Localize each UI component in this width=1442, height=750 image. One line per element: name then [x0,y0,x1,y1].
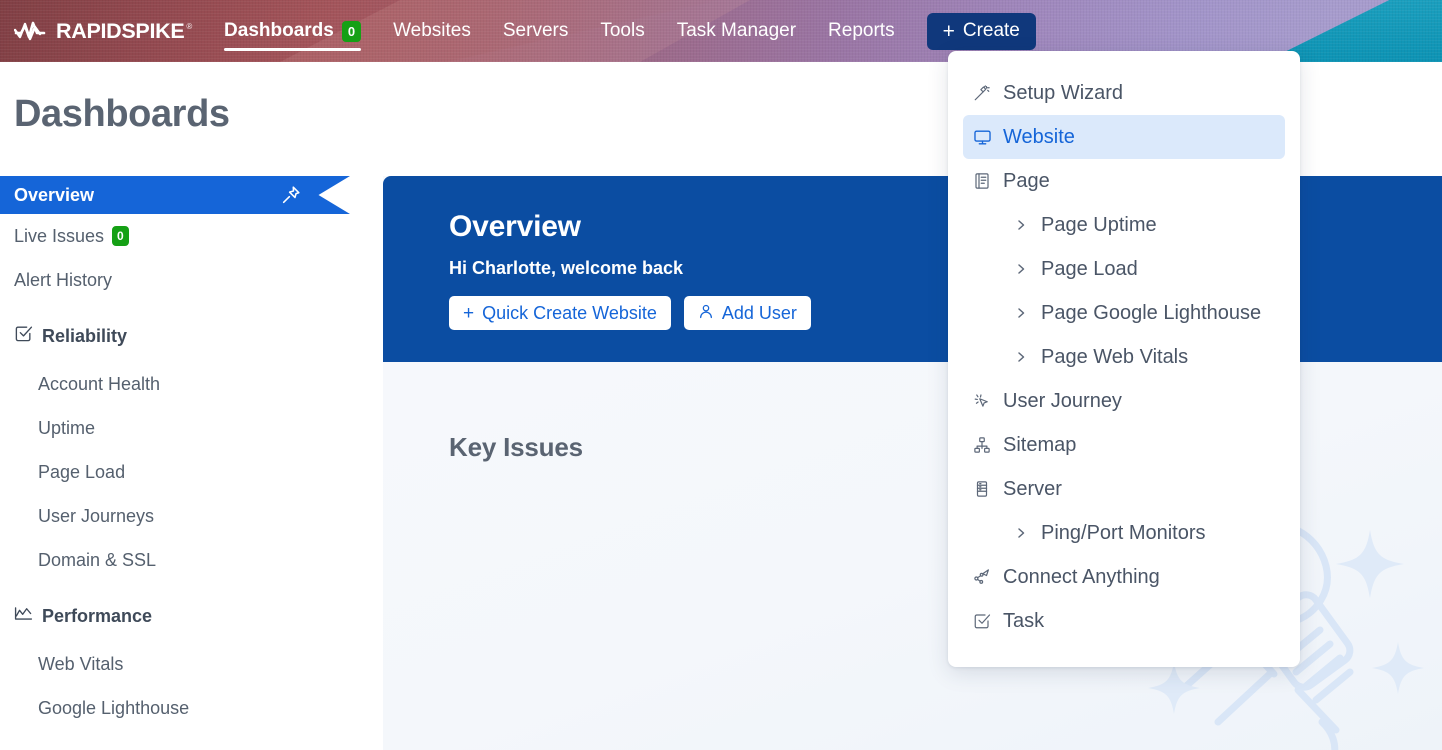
page-document-icon [972,171,992,191]
sidebar-group-performance[interactable]: Performance [0,590,383,642]
chevron-right-icon [1014,305,1028,321]
sidebar-item-domain-ssl[interactable]: Domain & SSL [0,538,383,582]
connect-nodes-icon [972,567,992,587]
sitemap-icon [972,435,992,455]
menu-item-server[interactable]: Server [963,467,1285,511]
menu-item-sitemap[interactable]: Sitemap [963,423,1285,467]
sidebar-item-user-journeys[interactable]: User Journeys [0,494,383,538]
menu-item-ping-port-monitors-label: Ping/Port Monitors [1041,521,1206,544]
sidebar-item-uptime[interactable]: Uptime [0,406,383,450]
nav-link-reports[interactable]: Reports [812,0,911,62]
chevron-right-icon [1014,525,1028,541]
menu-item-page[interactable]: Page [963,159,1285,203]
checkbox-check-icon [972,611,992,631]
menu-item-website[interactable]: Website [963,115,1285,159]
magic-wand-icon [972,83,992,103]
sidebar-item-web-vitals[interactable]: Web Vitals [0,642,383,686]
sidebar-item-google-lighthouse[interactable]: Google Lighthouse [0,686,383,730]
rapidspike-logo-icon [14,18,54,44]
brand-logo[interactable]: RAPIDSPIKE ® [14,0,192,62]
menu-item-user-journey-label: User Journey [1003,389,1122,412]
live-issues-count-badge: 0 [112,226,129,246]
sidebar-item-live-issues-label: Live Issues [14,225,105,246]
pin-icon[interactable] [280,184,302,206]
nav-link-dashboards[interactable]: Dashboards 0 [208,0,377,62]
menu-item-page-google-lighthouse[interactable]: Page Google Lighthouse [1005,291,1285,335]
menu-item-user-journey[interactable]: User Journey [963,379,1285,423]
create-dropdown-menu: Setup Wizard Website Page Page Uptime Pa… [948,51,1300,667]
sidebar-item-page-load[interactable]: Page Load [0,450,383,494]
menu-item-task[interactable]: Task [963,599,1285,643]
menu-item-page-uptime-label: Page Uptime [1041,213,1157,236]
menu-item-page-google-lighthouse-label: Page Google Lighthouse [1041,301,1262,324]
sidebar-item-alert-history[interactable]: Alert History [0,258,383,302]
chevron-right-icon [1014,217,1028,233]
menu-item-sitemap-label: Sitemap [1003,433,1077,456]
sidebar-group-performance-label: Performance [42,605,153,626]
sidebar-group-reliability-label: Reliability [42,325,128,346]
menu-item-page-label: Page [1003,169,1050,192]
dashboards-count-badge: 0 [341,20,362,42]
menu-item-page-uptime[interactable]: Page Uptime [1005,203,1285,247]
menu-item-website-label: Website [1003,125,1075,148]
nav-link-task-manager[interactable]: Task Manager [661,0,812,62]
menu-item-setup-wizard-label: Setup Wizard [1003,81,1124,104]
cursor-click-icon [972,391,992,411]
create-button[interactable]: + Create [926,12,1036,50]
nav-link-servers[interactable]: Servers [487,0,584,62]
sidebar-item-account-health[interactable]: Account Health [0,362,383,406]
menu-item-ping-port-monitors[interactable]: Ping/Port Monitors [1005,511,1285,555]
sidebar-item-overview[interactable]: Overview [0,176,350,214]
nav-link-tools[interactable]: Tools [584,0,660,62]
server-rack-icon [972,479,992,499]
menu-item-task-label: Task [1003,609,1045,632]
page-title: Dashboards [14,93,230,135]
checkbox-check-icon [14,324,33,348]
sidebar: Overview Live Issues 0 Alert History Rel… [0,176,383,750]
plus-icon: + [463,302,475,324]
chevron-right-icon [1014,349,1028,365]
registered-mark: ® [186,22,193,32]
active-tab-underline [224,48,362,51]
plus-icon: + [942,19,955,43]
user-icon [698,303,714,324]
menu-item-connect-anything-label: Connect Anything [1003,565,1160,588]
sidebar-item-alert-history-label: Alert History [14,269,113,290]
sidebar-item-live-issues[interactable]: Live Issues 0 [0,214,383,258]
menu-item-page-web-vitals-label: Page Web Vitals [1041,345,1189,368]
sidebar-item-overview-label: Overview [14,184,95,205]
menu-item-connect-anything[interactable]: Connect Anything [963,555,1285,599]
menu-item-setup-wizard[interactable]: Setup Wizard [963,71,1285,115]
quick-create-website-label: Quick Create Website [482,302,657,323]
add-user-button[interactable]: Add User [683,296,811,330]
create-button-label: Create [962,20,1020,41]
brand-name: RAPIDSPIKE ® [56,18,193,43]
chevron-right-icon [1014,261,1028,277]
menu-item-page-load-label: Page Load [1041,257,1138,280]
quick-create-website-button[interactable]: + Quick Create Website [449,296,671,330]
sidebar-group-reliability[interactable]: Reliability [0,310,383,362]
chart-line-icon [14,604,33,628]
menu-item-page-load[interactable]: Page Load [1005,247,1285,291]
menu-item-server-label: Server [1003,477,1062,500]
key-issues-heading: Key Issues [449,432,583,462]
menu-item-page-web-vitals[interactable]: Page Web Vitals [1005,335,1285,379]
navbar-links: Dashboards 0 Websites Servers Tools Task… [208,0,911,62]
add-user-label: Add User [721,302,797,323]
nav-link-websites[interactable]: Websites [377,0,487,62]
monitor-icon [972,127,992,147]
nav-link-dashboards-label: Dashboards [224,20,334,41]
